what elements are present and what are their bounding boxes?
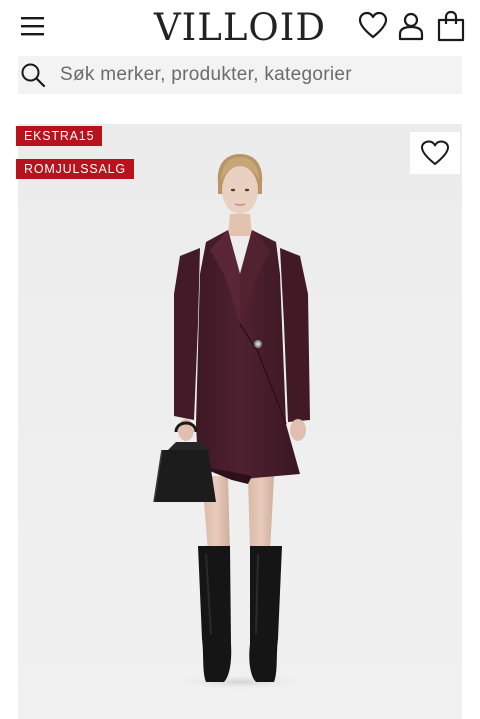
search-bar[interactable] — [18, 56, 462, 94]
site-header: VILLOID — [0, 0, 480, 56]
account-button[interactable] — [396, 10, 426, 42]
product-photo — [153, 154, 310, 690]
shopping-bag-icon — [437, 10, 465, 42]
product-card[interactable] — [18, 124, 462, 719]
promo-badge-ekstra15: EKSTRA15 — [16, 126, 103, 146]
heart-icon — [358, 11, 388, 39]
wishlist-button[interactable] — [358, 10, 388, 42]
search-icon — [21, 63, 46, 88]
user-icon — [398, 12, 424, 41]
cart-button[interactable] — [436, 10, 466, 42]
add-to-wishlist-button[interactable] — [410, 132, 460, 174]
promo-badge-romjulssalg: ROMJULSSALG — [16, 159, 134, 179]
heart-icon — [421, 140, 449, 165]
search-input[interactable] — [60, 64, 440, 86]
